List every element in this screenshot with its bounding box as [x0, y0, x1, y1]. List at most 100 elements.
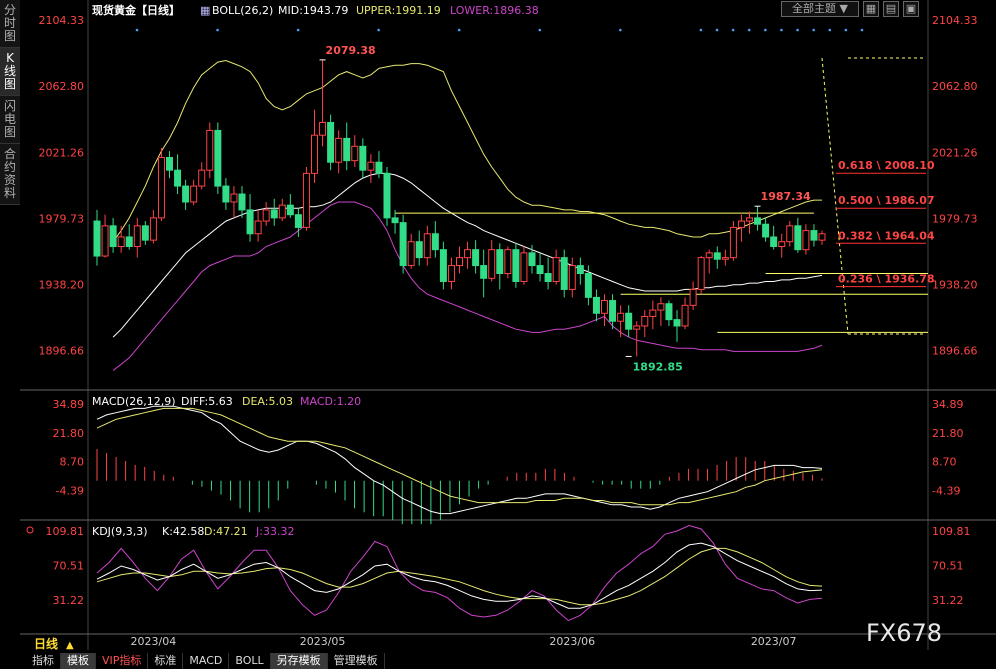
candle	[415, 241, 423, 259]
event-dot	[377, 28, 380, 32]
chart-canvas[interactable]: 2104.33 2104.33 2062.80 2062.80 2021.26 2021.…	[0, 0, 996, 669]
candle	[657, 303, 665, 311]
candle	[214, 129, 222, 187]
kdj-j-label: J:33.32	[255, 525, 294, 538]
event-dot	[747, 28, 751, 32]
candle	[705, 252, 713, 259]
y-tick-right: 1938.20	[932, 278, 978, 291]
candle	[552, 257, 560, 282]
event-dot	[860, 28, 864, 32]
kdj-d-line	[96, 547, 823, 606]
y-tick-left: 2104.33	[39, 14, 85, 27]
candle	[166, 156, 173, 171]
candle	[576, 265, 584, 275]
side-tab-1[interactable]: K线图	[0, 48, 20, 96]
macd-y-tick-right: 21.80	[932, 427, 964, 440]
chart-icon[interactable]: ▤	[883, 1, 899, 17]
candle	[560, 257, 568, 290]
candle	[633, 325, 641, 330]
macd-y-tick-left: 34.89	[53, 398, 85, 411]
macd-y-tick-left: 21.80	[53, 427, 85, 440]
candle	[697, 257, 705, 290]
x-axis-label: 2023/07	[751, 635, 797, 648]
candle	[286, 204, 294, 216]
candle	[391, 217, 399, 224]
side-tab-0[interactable]: 分时图	[0, 0, 20, 48]
candle	[786, 225, 794, 243]
candle	[641, 315, 649, 327]
bottom-tab-2[interactable]: VIP指标	[96, 653, 149, 669]
candle	[762, 223, 770, 238]
candle	[439, 249, 447, 282]
kdj-y-tick-left: 31.22	[53, 594, 85, 607]
kdj-k-line	[96, 542, 823, 609]
candle	[238, 193, 246, 211]
candle	[729, 226, 737, 259]
candle	[464, 249, 472, 259]
candle	[512, 249, 520, 282]
macd-y-tick-right: -4.39	[932, 484, 960, 497]
candle	[230, 193, 238, 203]
event-dot	[135, 28, 139, 32]
event-dot	[457, 28, 461, 32]
event-dot	[828, 28, 832, 32]
theme-select-label: 全部主题	[792, 2, 837, 15]
candle	[262, 209, 270, 222]
candle	[109, 225, 117, 247]
candle	[673, 319, 681, 327]
kdj-settings-icon[interactable]	[26, 526, 34, 534]
candle	[302, 172, 310, 228]
boll-icon: ▦	[200, 4, 210, 17]
bottom-tab-3[interactable]: 标准	[148, 653, 184, 669]
boll-upper-label: UPPER:1991.19	[356, 4, 441, 17]
refresh-icon[interactable]: ▣	[903, 1, 919, 17]
candle	[472, 249, 480, 267]
event-dot	[844, 28, 848, 32]
candle	[770, 236, 778, 247]
bottom-tab-1[interactable]: 模板	[61, 653, 96, 669]
candle	[528, 252, 536, 267]
candle	[270, 209, 278, 219]
candle	[335, 137, 343, 163]
bottom-tab-0[interactable]: 指标	[26, 653, 61, 669]
candle	[125, 236, 133, 247]
y-tick-left: 1896.66	[39, 344, 85, 357]
macd-y-tick-right: 34.89	[932, 398, 964, 411]
candle	[794, 225, 802, 251]
price-annotation-high: 2079.38	[326, 44, 376, 57]
candle	[818, 233, 826, 241]
candle	[568, 265, 576, 290]
event-dot	[780, 28, 783, 32]
candle	[367, 161, 375, 171]
y-tick-right: 2062.80	[932, 80, 978, 93]
kdj-d-label: D:47.21	[204, 525, 248, 538]
candle	[802, 230, 810, 251]
candle	[93, 220, 101, 257]
candle	[754, 217, 762, 225]
grid-icon[interactable]: ▦	[863, 1, 879, 17]
theme-select[interactable]: 全部主题 ▼	[781, 1, 859, 17]
candle	[149, 217, 157, 241]
kdj-k-label: K:42.58	[162, 525, 204, 538]
y-tick-left: 1979.73	[39, 212, 85, 225]
period-label: 日线	[34, 636, 58, 651]
kdj-j-line	[96, 524, 823, 622]
candle	[182, 185, 190, 203]
candle	[520, 252, 528, 282]
y-tick-left: 2062.80	[39, 80, 85, 93]
bottom-tab-5[interactable]: BOLL	[229, 653, 271, 669]
candle	[447, 265, 455, 282]
candle	[713, 252, 721, 260]
bottom-tab-4[interactable]: MACD	[183, 653, 230, 669]
bottom-tab-6[interactable]: 另存模板	[270, 653, 328, 669]
candle	[133, 225, 141, 247]
bottom-tab-7[interactable]: 管理模板	[328, 653, 385, 669]
event-dot	[764, 28, 767, 32]
candle	[311, 134, 318, 174]
candle	[810, 230, 818, 241]
candle	[681, 304, 689, 327]
side-tab-3[interactable]: 合约资料	[0, 144, 20, 205]
side-tab-2[interactable]: 闪电图	[0, 96, 20, 144]
y-tick-left: 2021.26	[39, 146, 85, 159]
x-axis-label: 2023/04	[131, 635, 177, 648]
